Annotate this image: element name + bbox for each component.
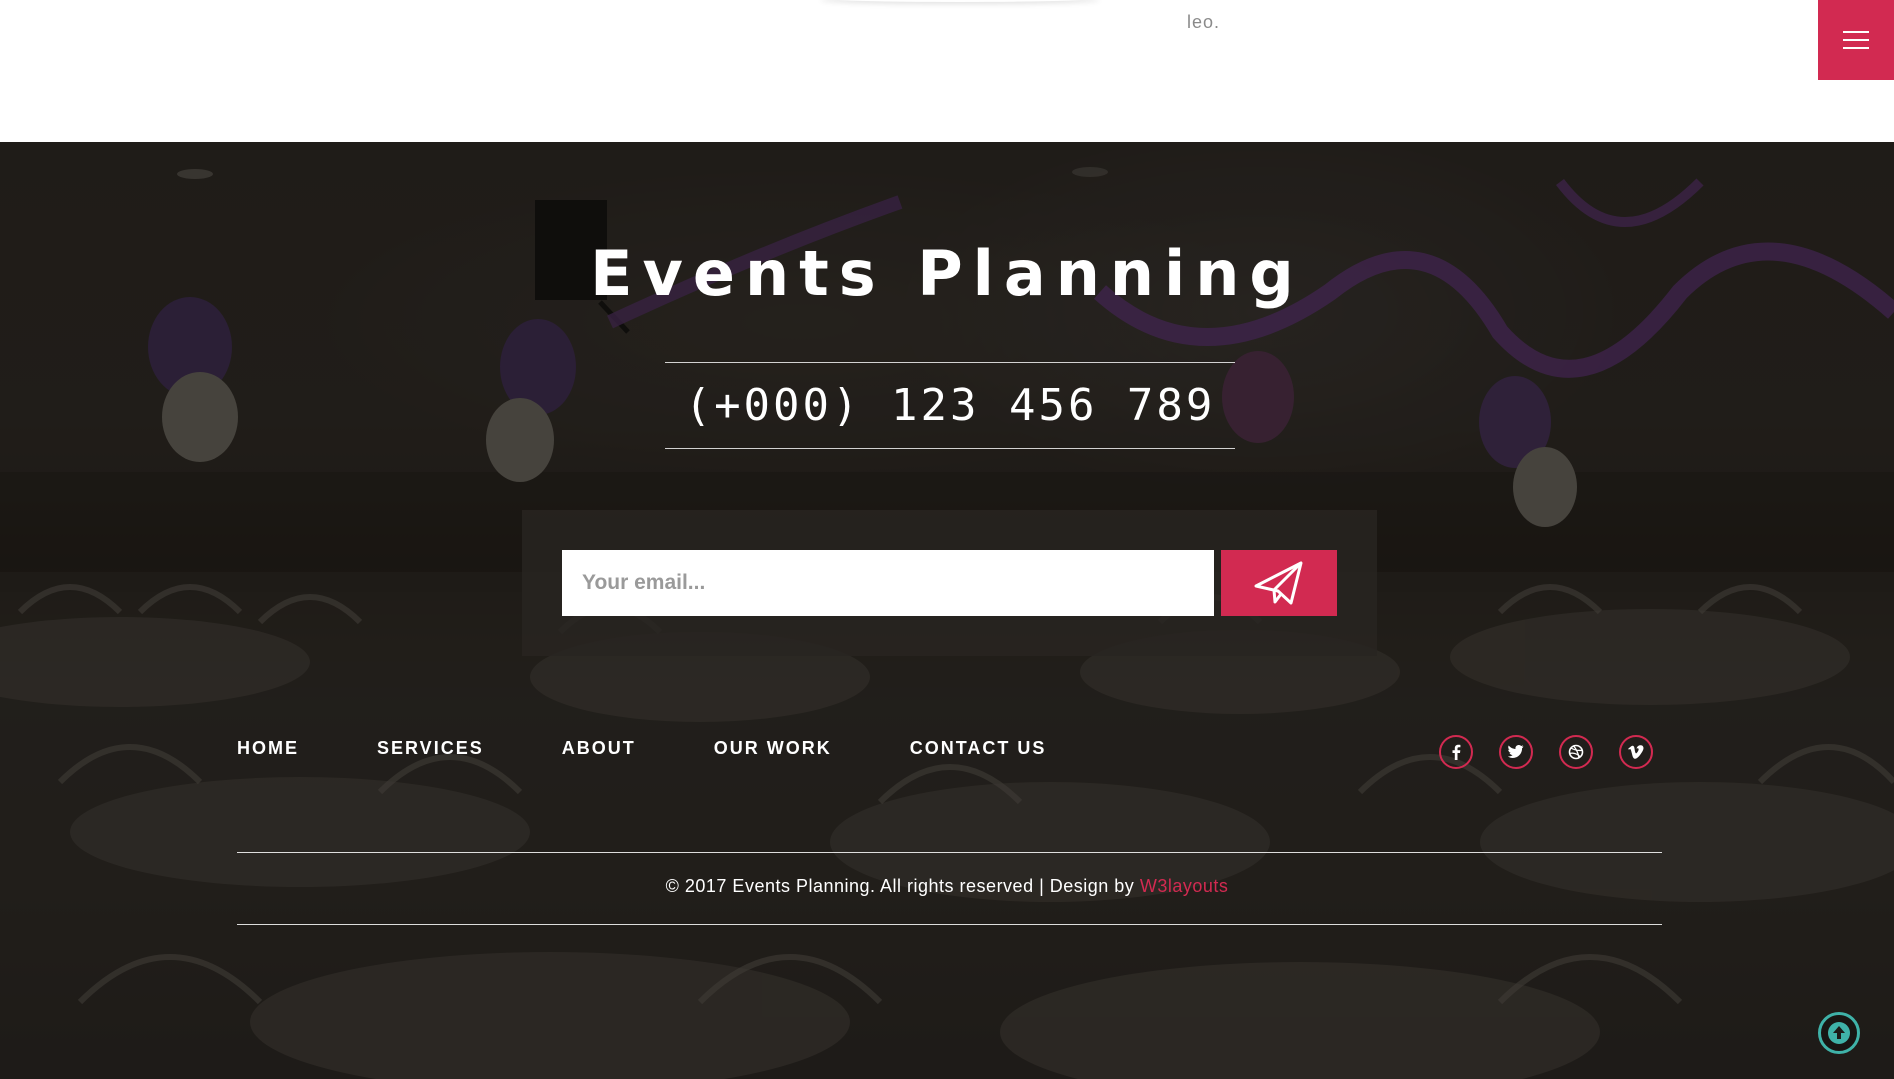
nav-link-services[interactable]: SERVICES: [377, 738, 484, 759]
nav-link-our-work[interactable]: OUR WORK: [714, 738, 832, 759]
divider-top: [237, 852, 1662, 853]
twitter-icon: [1508, 745, 1524, 758]
copyright: © 2017 Events Planning. All rights reser…: [0, 876, 1894, 897]
copyright-text: © 2017 Events Planning. All rights reser…: [665, 876, 1135, 896]
nav-link-home[interactable]: HOME: [237, 738, 299, 759]
facebook-icon: [1452, 744, 1461, 760]
arrow-up-icon: [1828, 1022, 1850, 1044]
phone-number: (+000) 123 456 789: [684, 380, 1216, 431]
social-links: [1439, 735, 1653, 769]
hamburger-menu-icon: [1843, 31, 1869, 49]
designer-link[interactable]: W3layouts: [1140, 876, 1229, 896]
phone-block: (+000) 123 456 789: [665, 362, 1235, 449]
footer-brand-title: Events Planning: [590, 237, 1304, 310]
dribbble-link[interactable]: [1559, 735, 1593, 769]
nav-link-contact-us[interactable]: CONTACT US: [910, 738, 1047, 759]
facebook-link[interactable]: [1439, 735, 1473, 769]
email-input[interactable]: [562, 550, 1214, 616]
subscribe-button[interactable]: [1221, 550, 1337, 616]
vimeo-icon: [1628, 745, 1644, 759]
newsletter-form: [522, 510, 1377, 656]
trailing-paragraph-text: leo.: [1187, 12, 1221, 32]
paper-plane-icon: [1254, 561, 1303, 605]
top-section: leo.: [0, 0, 1894, 142]
footer-nav: HOME SERVICES ABOUT OUR WORK CONTACT US: [237, 738, 1046, 759]
vimeo-link[interactable]: [1619, 735, 1653, 769]
twitter-link[interactable]: [1499, 735, 1533, 769]
menu-toggle-button[interactable]: [1818, 0, 1894, 80]
divider-bottom: [237, 924, 1662, 925]
footer: Events Planning (+000) 123 456 789 HOME …: [0, 142, 1894, 1079]
nav-link-about[interactable]: ABOUT: [562, 738, 636, 759]
card-shadow: [820, 0, 1100, 2]
back-to-top-button[interactable]: [1818, 1012, 1860, 1054]
dribbble-icon: [1568, 744, 1584, 760]
